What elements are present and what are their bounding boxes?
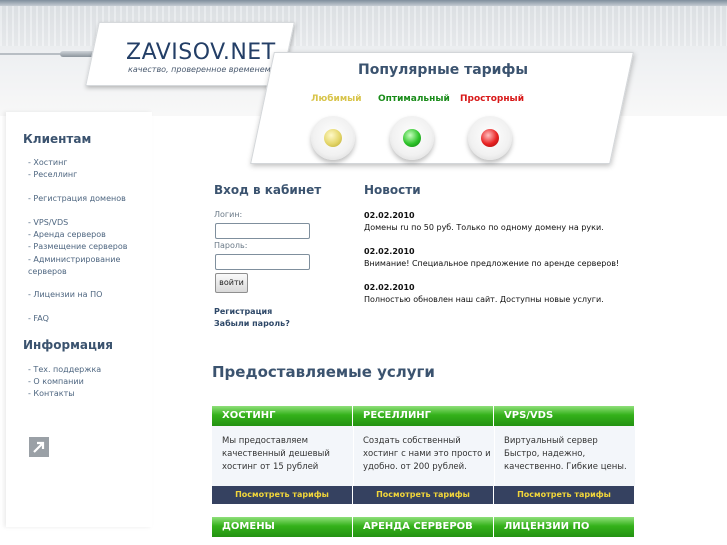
- tariff-button-favorite[interactable]: [311, 116, 355, 160]
- service-header-hosting[interactable]: ХОСТИНГ: [212, 406, 353, 426]
- news-date: 02.02.2010: [364, 283, 415, 292]
- sidebar-heading-info: Информация: [23, 338, 113, 352]
- service-header-domains[interactable]: ДОМЕНЫ: [212, 517, 353, 537]
- service-desc-reselling: Создать собственный хостинг с нами это п…: [353, 426, 494, 486]
- view-tariffs-vps-button[interactable]: Посмотреть тарифы: [494, 486, 635, 504]
- sidebar-item-support[interactable]: - Тех. поддержка: [28, 365, 101, 374]
- cable-wire: [0, 53, 62, 55]
- red-orb-icon: [481, 129, 499, 147]
- service-desc-line: качественно. Гибкие цены.: [504, 462, 627, 472]
- service-desc-line: Мы предоставляем: [222, 436, 309, 446]
- news-date: 02.02.2010: [364, 211, 415, 220]
- tariff-label-optimal[interactable]: Оптимальный: [378, 94, 450, 104]
- sidebar-item-hosting[interactable]: - Хостинг: [28, 158, 68, 167]
- password-label: Пароль:: [214, 241, 248, 250]
- tariff-button-spacious[interactable]: [468, 116, 512, 160]
- service-divider: [494, 426, 495, 486]
- tariff-label-favorite[interactable]: Любимый: [311, 94, 362, 104]
- view-tariffs-hosting-button[interactable]: Посмотреть тарифы: [212, 486, 353, 504]
- service-desc-line: Виртуальный сервер: [504, 436, 598, 446]
- logo-title[interactable]: ZAVISOV.NET: [126, 40, 276, 65]
- services-title: Предоставляемые услуги: [212, 363, 435, 381]
- green-orb-icon: [403, 129, 421, 147]
- sidebar-item-server-rent[interactable]: - Аренда серверов: [28, 230, 106, 239]
- service-desc-line: качественный дешевый: [222, 449, 330, 459]
- sidebar-item-contacts[interactable]: - Контакты: [28, 389, 75, 398]
- service-desc-line: хостинг с нами это просто и: [363, 449, 491, 459]
- service-desc-hosting: Мы предоставляем качественный дешевый хо…: [212, 426, 353, 486]
- service-desc-line: удобно. от 200 рублей.: [363, 462, 467, 472]
- register-link[interactable]: Регистрация: [214, 307, 272, 316]
- news-text[interactable]: Внимание! Специальное предложение по аре…: [364, 259, 619, 268]
- sidebar-item-about[interactable]: - О компании: [28, 377, 84, 386]
- sidebar-heading-clients: Клиентам: [23, 132, 92, 146]
- service-desc-vps: Виртуальный сервер Быстро, надежно, каче…: [494, 426, 635, 486]
- tariff-label-spacious[interactable]: Просторный: [460, 94, 524, 104]
- arrow-box-icon[interactable]: [29, 437, 49, 457]
- news-date: 02.02.2010: [364, 247, 415, 256]
- sidebar-item-colocation[interactable]: - Размещение серверов: [28, 242, 127, 251]
- sidebar-item-licenses[interactable]: - Лицензии на ПО: [28, 290, 102, 299]
- service-desc-line: Создать собственный: [363, 436, 461, 446]
- diagonal-arrow-icon: [33, 441, 45, 453]
- sidebar-item-administration[interactable]: - Администрирование серверов: [28, 254, 152, 278]
- logo-subtitle: качество, проверенное временем: [128, 65, 271, 74]
- sidebar-item-vps[interactable]: - VPS/VDS: [28, 218, 68, 227]
- sidebar-item-faq[interactable]: - FAQ: [28, 314, 49, 323]
- login-button[interactable]: войти: [215, 273, 248, 293]
- popular-tariffs-title: Популярные тарифы: [358, 62, 529, 78]
- service-desc-line: хостинг от 15 рублей: [222, 462, 319, 472]
- news-text[interactable]: Полностью обновлен наш сайт. Доступны но…: [364, 295, 604, 304]
- news-text[interactable]: Домены ru по 50 руб. Только по одному до…: [364, 223, 604, 232]
- service-header-server-rent[interactable]: АРЕНДА СЕРВЕРОВ: [353, 517, 494, 537]
- service-desc-line: Быстро, надежно,: [504, 449, 586, 459]
- service-header-vps[interactable]: VPS/VDS: [494, 406, 635, 426]
- forgot-password-link[interactable]: Забыли пароль?: [214, 319, 290, 328]
- service-header-licenses[interactable]: ЛИЦЕНЗИИ ПО: [494, 517, 635, 537]
- login-input[interactable]: [215, 223, 310, 239]
- yellow-orb-icon: [324, 129, 342, 147]
- password-input[interactable]: [215, 254, 310, 270]
- sidebar-item-reselling[interactable]: - Реселлинг: [28, 170, 77, 179]
- view-tariffs-reselling-button[interactable]: Посмотреть тарифы: [353, 486, 494, 504]
- service-header-reselling[interactable]: РЕСЕЛЛИНГ: [353, 406, 494, 426]
- login-title: Вход в кабинет: [214, 183, 322, 197]
- sidebar-item-domains[interactable]: - Регистрация доменов: [28, 194, 126, 203]
- service-divider: [353, 426, 354, 486]
- news-title: Новости: [364, 183, 421, 197]
- tariff-button-optimal[interactable]: [390, 116, 434, 160]
- login-label: Логин:: [214, 210, 243, 219]
